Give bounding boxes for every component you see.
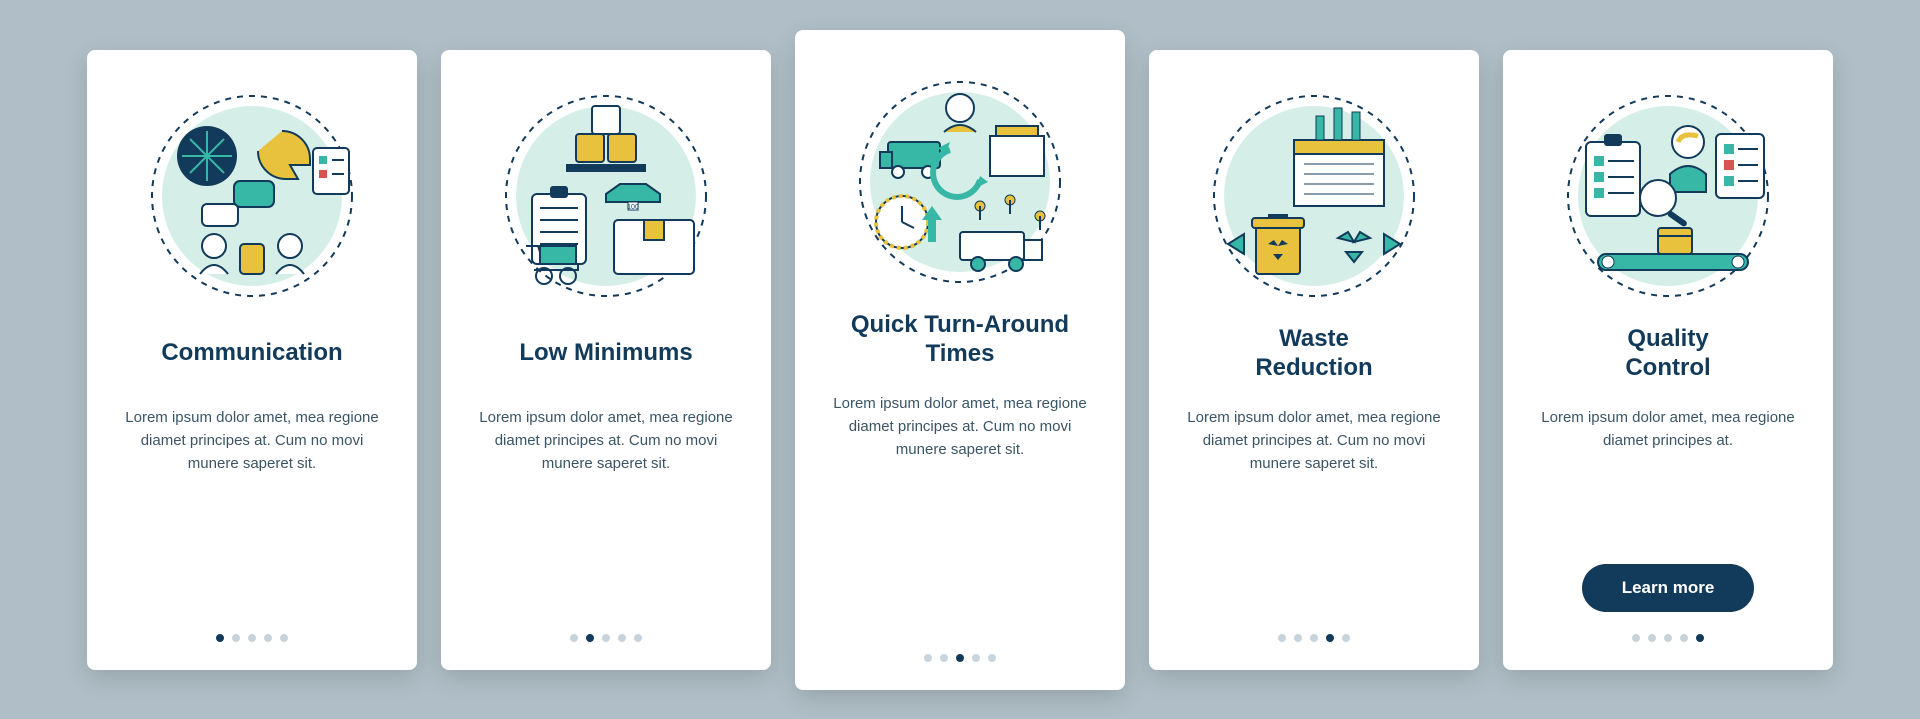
- dot[interactable]: [1278, 634, 1286, 642]
- card-heading: Low Minimums: [519, 324, 692, 384]
- pagination-dots: [1632, 634, 1704, 642]
- waste-reduction-icon: [1204, 86, 1424, 306]
- learn-more-button[interactable]: Learn more: [1582, 564, 1755, 612]
- dot[interactable]: [1648, 634, 1656, 642]
- onboarding-card-communication: Communication Lorem ipsum dolor amet, me…: [87, 50, 417, 670]
- quality-control-icon: [1558, 86, 1778, 306]
- dot[interactable]: [1664, 634, 1672, 642]
- card-heading: Quick Turn-Around Times: [851, 310, 1069, 370]
- dot[interactable]: [1680, 634, 1688, 642]
- dot[interactable]: [248, 634, 256, 642]
- onboarding-card-waste-reduction: Waste Reduction Lorem ipsum dolor amet, …: [1149, 50, 1479, 670]
- dot[interactable]: [1632, 634, 1640, 642]
- dot[interactable]: [602, 634, 610, 642]
- dot[interactable]: [634, 634, 642, 642]
- dot[interactable]: [1326, 634, 1334, 642]
- card-body: Lorem ipsum dolor amet, mea regione diam…: [1537, 406, 1799, 546]
- card-body: Lorem ipsum dolor amet, mea regione diam…: [121, 406, 383, 612]
- dot[interactable]: [924, 654, 932, 662]
- card-heading: Quality Control: [1625, 324, 1710, 384]
- pagination-dots: [924, 654, 996, 662]
- dot[interactable]: [972, 654, 980, 662]
- dot[interactable]: [570, 634, 578, 642]
- dot[interactable]: [264, 634, 272, 642]
- dot[interactable]: [1342, 634, 1350, 642]
- onboarding-card-low-minimums: 100 Low Minimums Lorem ipsum dolor amet,…: [441, 50, 771, 670]
- dot[interactable]: [280, 634, 288, 642]
- dot[interactable]: [232, 634, 240, 642]
- card-body: Lorem ipsum dolor amet, mea regione diam…: [1183, 406, 1445, 612]
- card-body: Lorem ipsum dolor amet, mea regione diam…: [829, 392, 1091, 632]
- card-heading: Communication: [161, 324, 342, 384]
- onboarding-card-quality-control: Quality Control Lorem ipsum dolor amet, …: [1503, 50, 1833, 670]
- dot[interactable]: [216, 634, 224, 642]
- svg-text:100: 100: [627, 204, 639, 211]
- onboarding-card-turnaround: Quick Turn-Around Times Lorem ipsum dolo…: [795, 30, 1125, 690]
- dot[interactable]: [1310, 634, 1318, 642]
- pagination-dots: [570, 634, 642, 642]
- pagination-dots: [1278, 634, 1350, 642]
- turnaround-icon: [850, 72, 1070, 292]
- communication-icon: [142, 86, 362, 306]
- dot[interactable]: [956, 654, 964, 662]
- dot[interactable]: [1294, 634, 1302, 642]
- dot[interactable]: [1696, 634, 1704, 642]
- pagination-dots: [216, 634, 288, 642]
- low-minimums-icon: 100: [496, 86, 716, 306]
- dot[interactable]: [988, 654, 996, 662]
- dot[interactable]: [940, 654, 948, 662]
- card-body: Lorem ipsum dolor amet, mea regione diam…: [475, 406, 737, 612]
- card-heading: Waste Reduction: [1255, 324, 1372, 384]
- dot[interactable]: [586, 634, 594, 642]
- dot[interactable]: [618, 634, 626, 642]
